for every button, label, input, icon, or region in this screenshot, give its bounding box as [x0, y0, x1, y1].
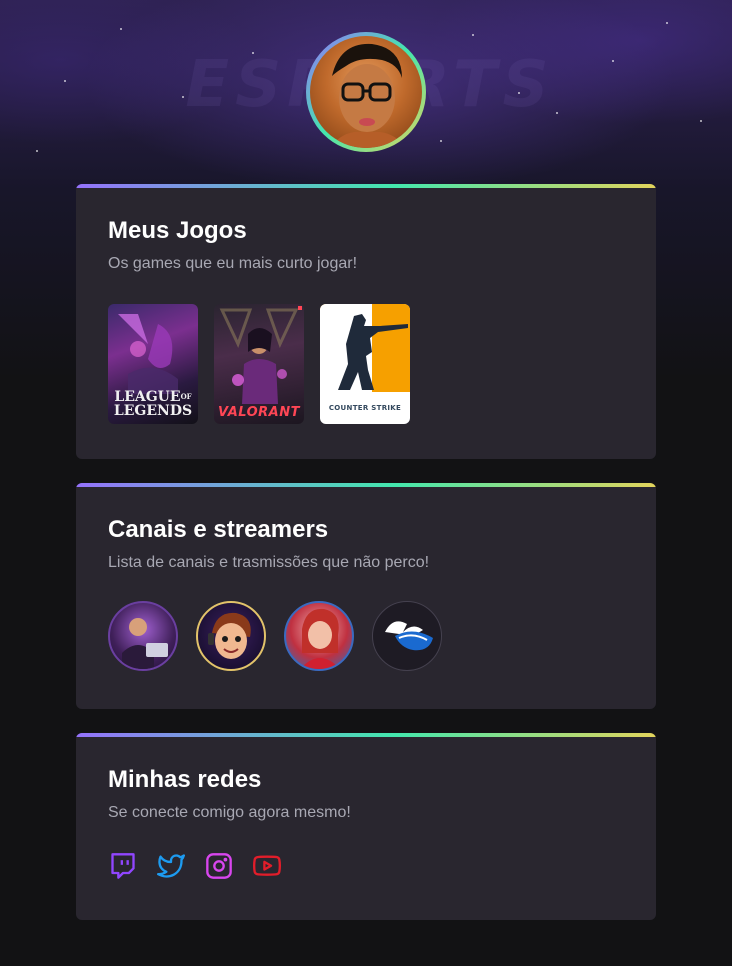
games-subtitle: Os games que eu mais curto jogar! — [108, 255, 358, 272]
streamer-avatar-4[interactable] — [372, 601, 442, 671]
streamer-avatar-3[interactable] — [284, 601, 354, 671]
games-list: LEAGUEOF LEGENDS VALORANT COUNTER STRIKE — [108, 304, 624, 424]
counter-strike-logo-text: COUNTER STRIKE — [328, 404, 402, 412]
lol-logo-text: LEAGUEOF LEGENDS — [113, 389, 193, 419]
streamers-title: Canais e streamers — [108, 516, 329, 543]
games-title: Meus Jogos — [108, 217, 247, 244]
game-league-of-legends[interactable]: LEAGUEOF LEGENDS — [108, 304, 198, 424]
streamers-list — [108, 601, 624, 671]
streamers-card: Canais e streamers Lista de canais e tra… — [76, 483, 656, 709]
streamer-4-art — [385, 621, 433, 651]
games-card: Meus Jogos Os games que eu mais curto jo… — [76, 184, 656, 459]
streamer-avatar-2[interactable] — [196, 601, 266, 671]
streamer-2-art — [208, 612, 251, 659]
streamer-1-art — [122, 618, 168, 669]
streamer-3-art — [300, 608, 340, 669]
youtube-icon[interactable] — [252, 851, 282, 881]
streamers-subtitle: Lista de canais e trasmissões que não pe… — [108, 554, 430, 571]
social-title: Minhas redes — [108, 766, 262, 793]
profile-avatar-ring — [306, 32, 426, 152]
twitter-icon[interactable] — [156, 851, 186, 881]
avatar — [310, 36, 422, 148]
game-valorant[interactable]: VALORANT — [214, 304, 304, 424]
twitch-icon[interactable] — [108, 851, 138, 881]
streamer-avatar-1[interactable] — [108, 601, 178, 671]
instagram-icon[interactable] — [204, 851, 234, 881]
avatar-portrait — [330, 43, 406, 148]
valorant-logo-text: VALORANT — [218, 405, 300, 420]
social-subtitle: Se conecte comigo agora mesmo! — [108, 804, 351, 821]
social-links — [108, 851, 624, 881]
game-counter-strike[interactable]: COUNTER STRIKE — [320, 304, 410, 424]
social-card: Minhas redes Se conecte comigo agora mes… — [76, 733, 656, 920]
